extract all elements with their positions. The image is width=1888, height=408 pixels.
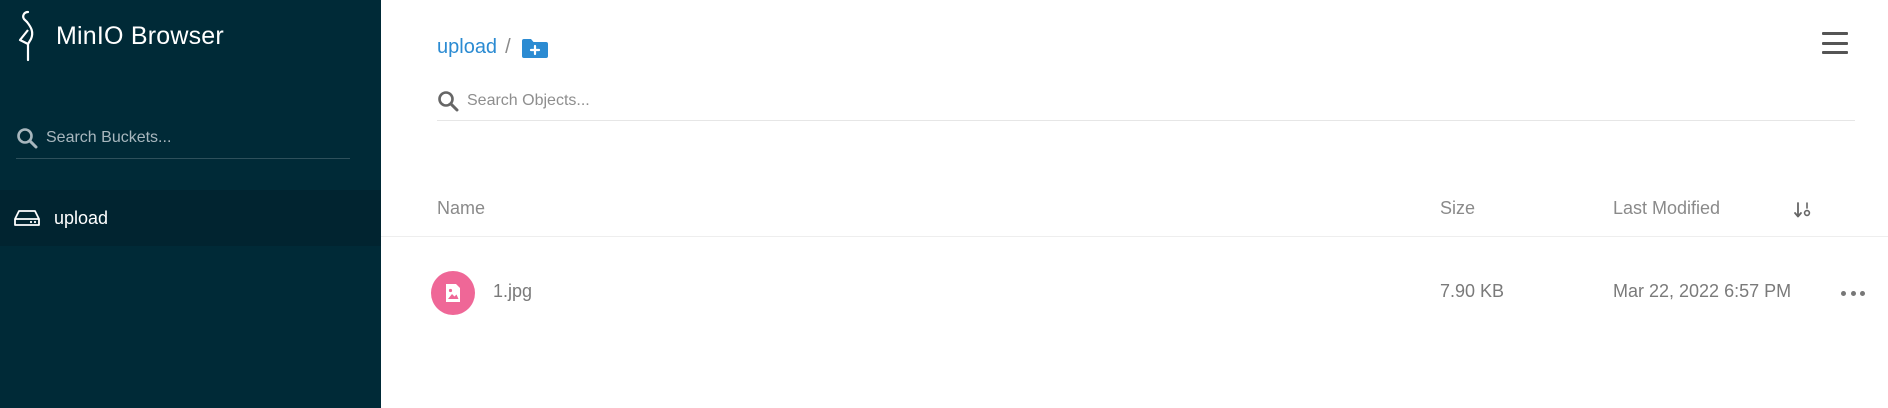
breadcrumb-link-upload[interactable]: upload: [437, 36, 497, 59]
hamburger-icon: [1822, 41, 1848, 45]
folder-plus-icon[interactable]: [521, 37, 549, 59]
bucket-search-input[interactable]: [46, 129, 336, 147]
table-header: Name Size Last Modified: [381, 186, 1888, 237]
sort-icon[interactable]: [1793, 200, 1813, 220]
column-header-last-modified[interactable]: Last Modified: [1613, 198, 1720, 219]
object-search-input[interactable]: [467, 92, 1847, 110]
more-dots-icon: [1850, 290, 1856, 296]
file-size: 7.90 KB: [1440, 281, 1505, 301]
table-row[interactable]: 1.jpg 7.90 KB Mar 22, 2022 6:57 PM: [381, 264, 1888, 322]
search-icon: [438, 91, 459, 112]
column-header-size[interactable]: Size: [1440, 198, 1475, 219]
column-header-name[interactable]: Name: [437, 198, 485, 219]
app-title: MinIO Browser: [56, 21, 224, 50]
menu-button[interactable]: [1822, 32, 1848, 54]
more-dots-icon: [1860, 290, 1865, 296]
sidebar: MinIO Browser upload: [0, 0, 381, 408]
row-actions-button[interactable]: [1841, 288, 1865, 298]
hamburger-icon: [1822, 51, 1848, 54]
file-name[interactable]: 1.jpg: [493, 281, 532, 302]
breadcrumb: upload /: [437, 36, 549, 59]
brand: MinIO Browser: [14, 10, 224, 62]
sidebar-item-upload[interactable]: upload: [0, 190, 381, 246]
breadcrumb-separator: /: [505, 36, 511, 58]
image-file-icon: [431, 271, 475, 315]
object-search: [437, 82, 1855, 121]
bucket-search: [16, 118, 350, 159]
search-icon: [17, 128, 38, 149]
bucket-label: upload: [54, 207, 109, 228]
minio-logo-icon: [18, 10, 34, 62]
file-last-modified: Mar 22, 2022 6:57 PM: [1613, 281, 1792, 301]
drive-icon: [14, 210, 40, 226]
more-dots-icon: [1841, 290, 1846, 296]
app: MinIO Browser upload upload /: [0, 0, 1888, 408]
main-content: upload / Name Size Last Modified: [381, 0, 1888, 408]
hamburger-icon: [1822, 32, 1848, 35]
